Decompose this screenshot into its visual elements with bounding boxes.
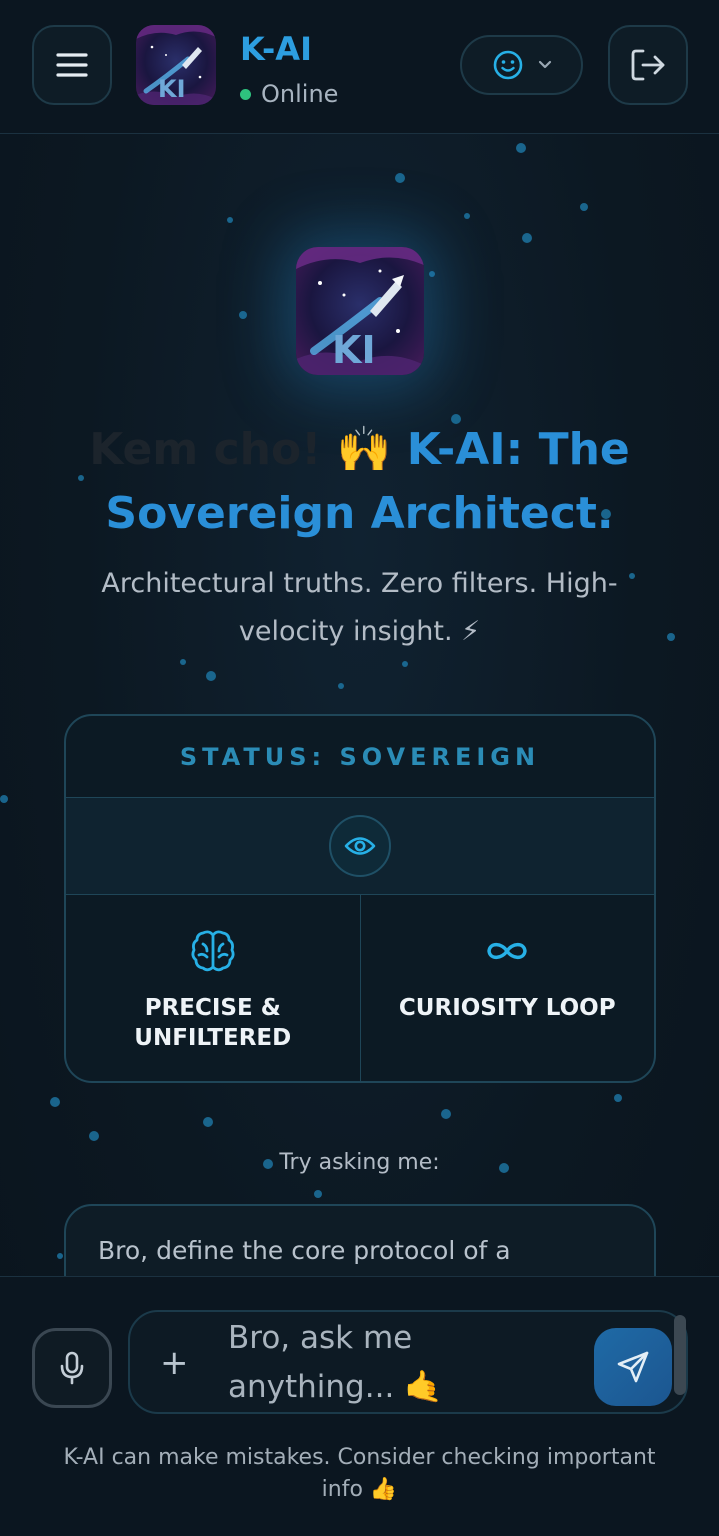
greeting-text: Kem cho! 🙌 (89, 424, 392, 475)
logout-icon (631, 49, 665, 81)
input-placeholder: Bro, ask me anything... 🤙 (228, 1320, 443, 1405)
suggestions-heading: Try asking me: (279, 1150, 440, 1175)
chat-screen: KI K-AI Online KI Kem cho! 🙌 K-AI: The S… (0, 0, 719, 1536)
status-heading: STATUS: SOVEREIGN (66, 716, 654, 798)
app-name: K-AI (240, 30, 312, 68)
microphone-icon (60, 1351, 84, 1385)
chevron-down-icon (538, 60, 551, 69)
eye-icon (344, 837, 376, 855)
mood-selector[interactable] (460, 35, 583, 95)
feature-curiosity: CURIOSITY LOOP (359, 895, 655, 1081)
online-status: Online (240, 80, 338, 108)
online-dot (240, 88, 251, 100)
feature-label-curiosity: CURIOSITY LOOP (398, 995, 616, 1021)
status-center (66, 798, 654, 895)
input-scrollbar[interactable] (674, 1315, 686, 1395)
feature-label-precise: PRECISE & UNFILTERED (134, 995, 292, 1051)
microphone-button[interactable] (32, 1328, 112, 1408)
send-icon (617, 1351, 649, 1383)
infinity-icon (487, 942, 527, 960)
status-card: STATUS: SOVEREIGN PRECISE & UNFILTERED C… (64, 714, 656, 1083)
top-bar: KI K-AI Online (0, 0, 719, 134)
smiley-icon (493, 50, 522, 80)
hamburger-menu-icon (56, 53, 88, 77)
brain-icon (191, 930, 235, 972)
composer: + Bro, ask me anything... 🤙 K-AI can mak… (0, 1276, 719, 1536)
hero-subtitle: Architectural truths. Zero filters. High… (101, 568, 618, 647)
svg-text:KI: KI (332, 328, 376, 372)
eye-badge (329, 815, 391, 877)
logout-button[interactable] (608, 25, 688, 105)
status-text: Online (261, 80, 339, 108)
hero-logo: KI (296, 247, 424, 375)
svg-text:KI: KI (158, 75, 186, 103)
send-button[interactable] (594, 1328, 672, 1406)
plus-icon[interactable]: + (160, 1346, 189, 1380)
feature-precise: PRECISE & UNFILTERED (66, 895, 360, 1081)
message-input[interactable]: + Bro, ask me anything... 🤙 (128, 1310, 688, 1414)
app-avatar: KI (136, 25, 216, 105)
hero-title: Kem cho! 🙌 K-AI: The Sovereign Architect… (60, 418, 659, 546)
disclaimer-text: K-AI can make mistakes. Consider checkin… (63, 1445, 656, 1502)
menu-button[interactable] (32, 25, 112, 105)
